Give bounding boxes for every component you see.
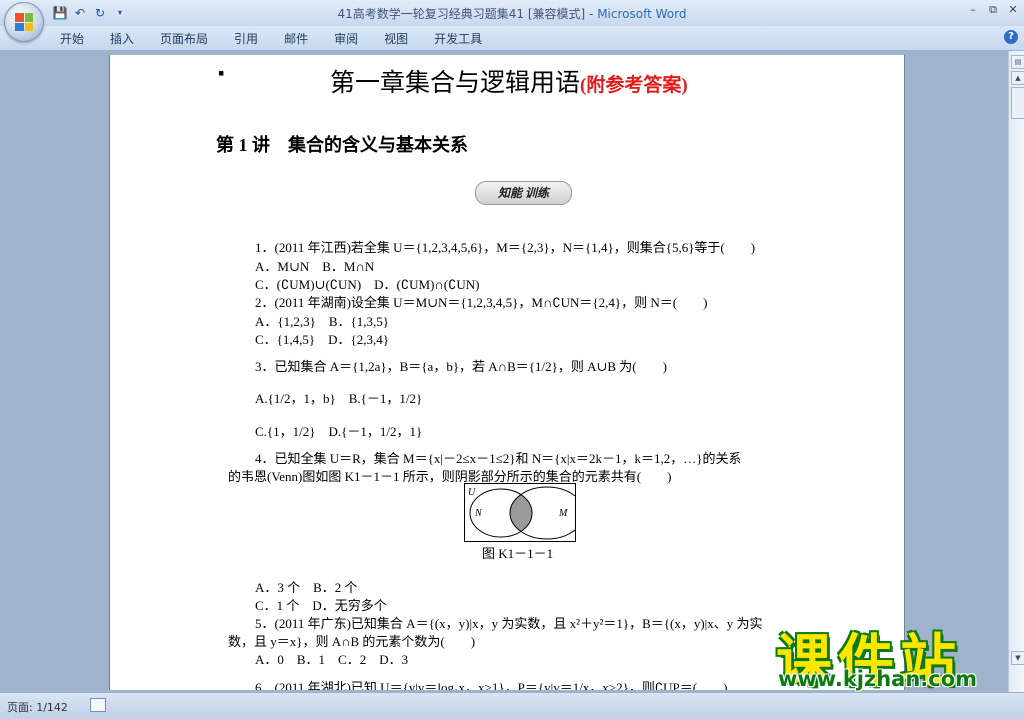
- ruler-toggle-icon[interactable]: ▤: [1011, 55, 1024, 69]
- tab-page-layout[interactable]: 页面布局: [160, 30, 221, 47]
- venn-label-m: M: [558, 508, 568, 519]
- status-bar: 页面: 1/142: [0, 692, 1024, 719]
- text-line: C.{1，1/2} D.{－1，1/2，1}: [255, 424, 423, 439]
- text-line: A．0 B．1 C．2 D．3: [255, 652, 409, 667]
- tab-view[interactable]: 视图: [384, 30, 421, 47]
- text-line: 5．(2011 年广东)已知集合 A＝{(x，y)|x，y 为实数，且 x²＋y…: [255, 616, 763, 631]
- document-title: 41高考数学一轮复习经典习题集41 [兼容模式] -: [337, 7, 594, 21]
- office-button[interactable]: [4, 2, 44, 42]
- venn-label-u: U: [468, 487, 476, 498]
- watermark-url: www.kjzhan.com: [778, 667, 978, 691]
- bullet-marker: ▪: [218, 63, 225, 83]
- chapter-title: 第一章集合与逻辑用语: [330, 70, 581, 97]
- text-line: C．(∁UM)∪(∁UN) D．(∁UM)∩(∁UN): [255, 277, 480, 292]
- text-line: A．{1,2,3} B．{1,3,5}: [255, 314, 390, 329]
- text-line: 数，且 y＝x}，则 A∩B 的元素个数为( ): [228, 634, 476, 649]
- text-line: 6．(2011 年湖北)已知 U＝{y|y＝log₂x，x>1}，P＝{y|y＝…: [255, 680, 728, 690]
- venn-svg: U N M: [468, 486, 585, 540]
- text-line: 2．(2011 年湖南)设全集 U＝M∪N＝{1,2,3,4,5}，M∩∁UN＝…: [255, 295, 708, 310]
- tab-home[interactable]: 开始: [60, 30, 97, 47]
- app-name: Microsoft Word: [597, 7, 687, 21]
- macro-record-icon[interactable]: [90, 698, 106, 712]
- text-line: 4．已知全集 U＝R，集合 M＝{x|－2≤x－1≤2}和 N＝{x|x＝2k－…: [255, 451, 742, 466]
- text-line: A．3 个 B．2 个: [255, 580, 358, 595]
- text-line: A．M∪N B．M∩N: [255, 259, 375, 274]
- office-logo-icon: [15, 13, 33, 31]
- tab-developer[interactable]: 开发工具: [434, 30, 495, 47]
- tab-review[interactable]: 审阅: [334, 30, 371, 47]
- text-line: C．1 个 D．无穷多个: [255, 598, 387, 613]
- text-line: 的韦恩(Venn)图如图 K1－1－1 所示，则阴影部分所示的集合的元素共有( …: [228, 469, 672, 484]
- chapter-heading: 第一章集合与逻辑用语(附参考答案): [330, 63, 688, 99]
- text-line: 3．已知集合 A＝{1,2a}，B＝{a，b}，若 A∩B＝{1/2}，则 A∪…: [255, 359, 667, 374]
- restore-icon[interactable]: ⧉: [986, 3, 1000, 17]
- knowledge-practice-badge: 知能 训练: [475, 181, 572, 205]
- scroll-thumb[interactable]: [1011, 87, 1024, 119]
- page-indicator[interactable]: 页面: 1/142: [7, 699, 68, 715]
- window-title: 41高考数学一轮复习经典习题集41 [兼容模式] - Microsoft Wor…: [0, 5, 1024, 22]
- text-line: A.{1/2，1，b} B.{－1，1/2}: [255, 391, 423, 406]
- tab-insert[interactable]: 插入: [110, 30, 147, 47]
- section-heading: 第 1 讲 集合的含义与基本关系: [216, 135, 468, 155]
- text-line: 1．(2011 年江西)若全集 U＝{1,2,3,4,5,6}，M＝{2,3}，…: [255, 240, 756, 255]
- scroll-down-icon[interactable]: ▼: [1011, 651, 1024, 665]
- scroll-up-icon[interactable]: ▲: [1011, 71, 1024, 85]
- answer-note: (附参考答案): [580, 75, 688, 96]
- close-icon[interactable]: ✕: [1006, 3, 1020, 17]
- title-bar: 💾 ↶ ↻ ▾ 41高考数学一轮复习经典习题集41 [兼容模式] - Micro…: [0, 0, 1024, 27]
- venn-diagram: U N M: [464, 483, 585, 542]
- tab-mailings[interactable]: 邮件: [284, 30, 321, 47]
- figure-caption: 图 K1－1－1: [482, 546, 554, 561]
- help-icon[interactable]: ?: [1004, 30, 1018, 44]
- venn-label-n: N: [474, 508, 483, 519]
- tab-references[interactable]: 引用: [234, 30, 271, 47]
- minimize-icon[interactable]: –: [966, 3, 980, 17]
- text-line: C．{1,4,5} D．{2,3,4}: [255, 332, 390, 347]
- window-controls: – ⧉ ✕: [966, 3, 1020, 17]
- document-page[interactable]: ▪ 第一章集合与逻辑用语(附参考答案) 第 1 讲 集合的含义与基本关系 知能 …: [110, 55, 904, 690]
- ribbon-tabs: 开始 插入 页面布局 引用 邮件 审阅 视图 开发工具 ?: [0, 26, 1024, 51]
- vertical-scrollbar[interactable]: ▤ ▲ ▼: [1008, 51, 1024, 692]
- tab-list: 开始 插入 页面布局 引用 邮件 审阅 视图 开发工具: [60, 30, 508, 47]
